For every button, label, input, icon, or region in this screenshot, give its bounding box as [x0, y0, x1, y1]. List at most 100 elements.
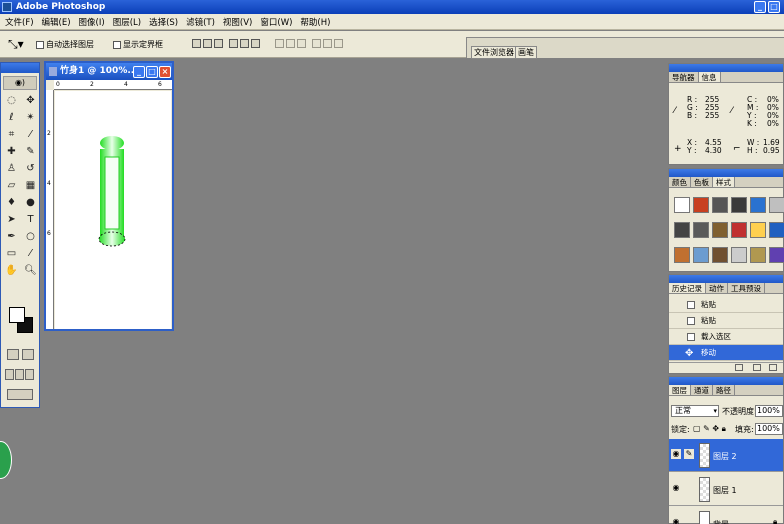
- pen-tool-icon[interactable]: ✒: [3, 229, 20, 244]
- style-swatch[interactable]: [750, 222, 766, 238]
- style-swatch[interactable]: [693, 222, 709, 238]
- shape-tool-icon[interactable]: ○: [22, 229, 39, 244]
- palette-titlebar[interactable]: [669, 169, 783, 177]
- quickmask-mode-button[interactable]: [22, 349, 34, 360]
- brush-link-icon[interactable]: ✎: [684, 449, 694, 459]
- menu-image[interactable]: 图像(I): [75, 16, 109, 28]
- new-document-icon[interactable]: [753, 364, 761, 371]
- tab-layers[interactable]: 图层: [669, 385, 691, 395]
- align-bottom-icon[interactable]: [214, 39, 223, 48]
- distribute-top-icon[interactable]: [275, 39, 284, 48]
- tab-brushes[interactable]: 画笔: [515, 46, 537, 59]
- hand-tool-icon[interactable]: ✋: [3, 263, 20, 278]
- history-item[interactable]: 粘贴: [669, 297, 783, 313]
- screen-mode-standard[interactable]: [5, 369, 14, 380]
- maximize-icon[interactable]: □: [768, 1, 780, 13]
- style-swatch[interactable]: [674, 247, 690, 263]
- menu-filter[interactable]: 滤镜(T): [182, 16, 219, 28]
- move-tool-icon[interactable]: ⤡▾: [8, 37, 24, 52]
- auto-select-option[interactable]: 自动选择图层: [36, 39, 94, 50]
- trash-icon[interactable]: [769, 364, 777, 371]
- eraser-tool-icon[interactable]: ▱: [3, 178, 20, 193]
- slice-tool-icon[interactable]: ⁄: [22, 127, 39, 142]
- menu-window[interactable]: 窗口(W): [256, 16, 296, 28]
- style-swatch[interactable]: [731, 222, 747, 238]
- lock-buttons[interactable]: ▢ ✎ ✥ 🔒︎: [693, 424, 726, 434]
- blend-mode-select[interactable]: 正常 ▾: [671, 405, 719, 417]
- dodge-tool-icon[interactable]: ●: [22, 195, 39, 210]
- align-left-icon[interactable]: [229, 39, 238, 48]
- document-title-bar[interactable]: 竹身1 @ 100%... _ □ ×: [46, 63, 172, 80]
- gradient-tool-icon[interactable]: ▦: [22, 178, 39, 193]
- eye-icon[interactable]: ◉: [671, 449, 681, 459]
- layer-row[interactable]: ◉ 背景 🔒︎: [669, 507, 783, 524]
- palette-titlebar[interactable]: [669, 64, 783, 72]
- clone-stamp-icon[interactable]: ♙: [3, 161, 20, 176]
- menu-edit[interactable]: 编辑(E): [38, 16, 75, 28]
- bounding-box-option[interactable]: 显示定界框: [113, 39, 163, 50]
- distribute-right-icon[interactable]: [334, 39, 343, 48]
- opacity-input[interactable]: 100%: [755, 405, 783, 417]
- history-item-selected[interactable]: ✥ 移动: [669, 345, 783, 361]
- tab-info[interactable]: 信息: [698, 72, 721, 82]
- path-select-icon[interactable]: ➤: [3, 212, 20, 227]
- style-swatch[interactable]: [731, 247, 747, 263]
- tab-history[interactable]: 历史记录: [669, 283, 706, 293]
- doc-close-icon[interactable]: ×: [159, 66, 171, 78]
- tab-channels[interactable]: 通道: [691, 385, 713, 395]
- lasso-tool-icon[interactable]: ℓ: [3, 110, 20, 125]
- eyedropper-icon[interactable]: ⁄: [22, 246, 39, 261]
- style-swatch[interactable]: [712, 247, 728, 263]
- menu-file[interactable]: 文件(F): [1, 16, 38, 28]
- new-snapshot-icon[interactable]: [735, 364, 743, 371]
- align-vcenter-icon[interactable]: [203, 39, 212, 48]
- zoom-tool-icon[interactable]: 🔍︎: [22, 263, 39, 278]
- fill-input[interactable]: 100%: [755, 423, 783, 435]
- foreground-color[interactable]: [9, 307, 25, 323]
- layer-row[interactable]: ◉ 图层 1: [669, 473, 783, 506]
- style-swatch[interactable]: [750, 247, 766, 263]
- doc-minimize-icon[interactable]: _: [133, 66, 145, 78]
- menu-view[interactable]: 视图(V): [219, 16, 256, 28]
- magic-wand-icon[interactable]: ✴: [22, 110, 39, 125]
- move-tool-icon[interactable]: ✥: [22, 93, 39, 108]
- style-swatch[interactable]: [712, 197, 728, 213]
- blur-tool-icon[interactable]: ♦: [3, 195, 20, 210]
- distribute-left-icon[interactable]: [312, 39, 321, 48]
- style-swatch[interactable]: [731, 197, 747, 213]
- doc-maximize-icon[interactable]: □: [146, 66, 158, 78]
- align-top-icon[interactable]: [192, 39, 201, 48]
- tab-color[interactable]: 颜色: [669, 177, 691, 187]
- history-item[interactable]: 载入选区: [669, 329, 783, 345]
- floating-green-button[interactable]: [0, 441, 12, 479]
- jump-to-imageready[interactable]: [7, 389, 33, 400]
- style-swatch[interactable]: [674, 222, 690, 238]
- minimize-icon[interactable]: _: [754, 1, 766, 13]
- history-brush-icon[interactable]: ↺: [22, 161, 39, 176]
- style-swatch[interactable]: [769, 197, 784, 213]
- tab-styles[interactable]: 样式: [713, 177, 735, 187]
- marquee-tool-icon[interactable]: ◌: [3, 93, 20, 108]
- style-swatch[interactable]: [750, 197, 766, 213]
- eye-icon[interactable]: ◉: [671, 517, 681, 524]
- style-swatch[interactable]: [674, 197, 690, 213]
- crop-tool-icon[interactable]: ⌗: [3, 127, 20, 142]
- tab-tool-presets[interactable]: 工具预设: [728, 283, 765, 293]
- brush-tool-icon[interactable]: ✎: [22, 144, 39, 159]
- tab-paths[interactable]: 路径: [713, 385, 735, 395]
- notes-tool-icon[interactable]: ▭: [3, 246, 20, 261]
- eye-icon[interactable]: ◉: [671, 483, 681, 493]
- tab-actions[interactable]: 动作: [706, 283, 728, 293]
- tab-swatches[interactable]: 色板: [691, 177, 713, 187]
- document-canvas[interactable]: [55, 91, 171, 329]
- align-hcenter-icon[interactable]: [240, 39, 249, 48]
- tab-navigator[interactable]: 导航器: [669, 72, 699, 82]
- healing-brush-icon[interactable]: ✚: [3, 144, 20, 159]
- style-swatch[interactable]: [693, 247, 709, 263]
- bounding-box-checkbox[interactable]: [113, 40, 121, 49]
- style-swatch[interactable]: [769, 247, 784, 263]
- screen-mode-full[interactable]: [25, 369, 34, 380]
- palette-titlebar[interactable]: [669, 275, 783, 283]
- style-swatch[interactable]: [693, 197, 709, 213]
- menu-select[interactable]: 选择(S): [145, 16, 182, 28]
